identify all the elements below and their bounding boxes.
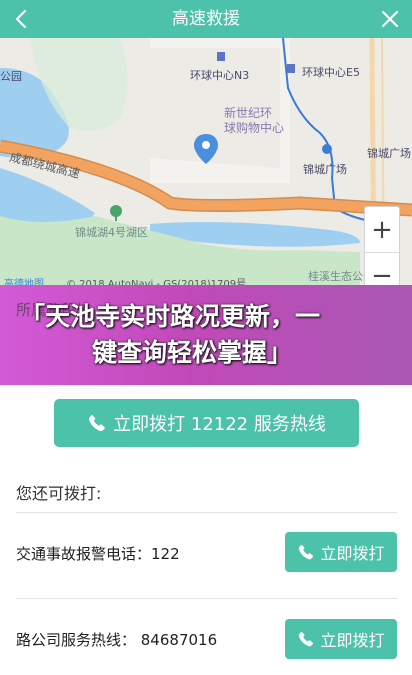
divider xyxy=(16,512,397,513)
alt-row-label-road-company: 路公司服务热线： 84687016 xyxy=(16,631,218,649)
phone-icon xyxy=(89,415,105,432)
map-label-plaza-right: 锦城广场 xyxy=(367,147,411,160)
divider xyxy=(16,598,397,599)
map-label-poi-e5: 环球中心E5 xyxy=(302,66,360,79)
call-road-company-button[interactable]: 立即拨打 xyxy=(285,619,397,659)
call-police-label: 立即拨打 xyxy=(320,544,385,563)
alt-row-label-police: 交通事故报警电话：122 xyxy=(16,545,180,563)
close-icon[interactable] xyxy=(378,7,402,31)
call-road-company-label: 立即拨打 xyxy=(320,631,385,650)
call-hotline-label: 立即拨打 12122 服务热线 xyxy=(113,414,326,435)
zoom-control: + − xyxy=(364,206,400,290)
promo-banner[interactable]: 所属路段校 「天池寺实时路况更新，一 键查询轻松掌握」 xyxy=(0,285,412,385)
map-label-lake: 锦城湖4号湖区 xyxy=(75,226,148,239)
alternatives-heading: 您还可拨打: xyxy=(16,484,102,503)
header-bar: 高速救援 xyxy=(0,0,412,38)
map-label-park-left: 公园 xyxy=(0,70,22,83)
map-label-mall: 新世纪环 球购物中心 xyxy=(224,106,285,135)
phone-icon xyxy=(299,631,314,647)
banner-headline-line2: 键查询轻松掌握」 xyxy=(92,338,293,367)
call-police-button[interactable]: 立即拨打 xyxy=(285,532,397,572)
banner-headline-line1: 「天池寺实时路况更新，一 xyxy=(20,302,321,331)
banner-headline: 「天池寺实时路况更新，一 键查询轻松掌握」 xyxy=(20,299,405,371)
phone-icon xyxy=(299,544,314,560)
map-label-poi-n3: 环球中心N3 xyxy=(190,69,250,82)
call-hotline-button[interactable]: 立即拨打 12122 服务热线 xyxy=(54,399,359,447)
map-label-plaza: 锦城广场 xyxy=(303,163,347,176)
page-title: 高速救援 xyxy=(172,9,240,29)
zoom-in-button[interactable]: + xyxy=(365,207,399,253)
map-view[interactable]: 公园 环球中心N3 环球中心E5 新世纪环 球购物中心 锦城广场 锦城广场 成都… xyxy=(0,38,412,290)
